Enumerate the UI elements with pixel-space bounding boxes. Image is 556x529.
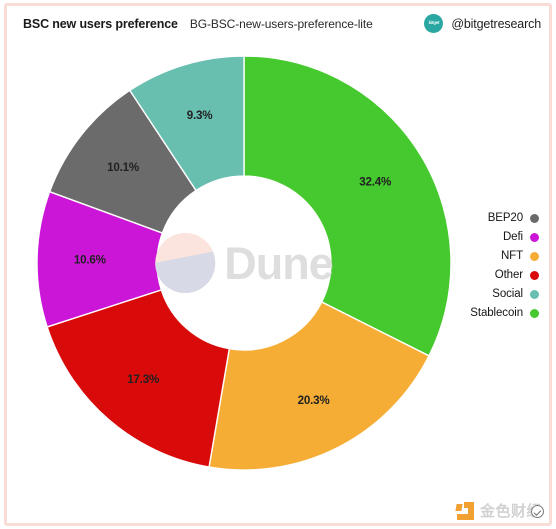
slice-label-bep20: 10.1% bbox=[107, 161, 139, 174]
donut-chart[interactable]: 32.4% 20.3% 17.3% 10.6% 10.1% 9.3% Dune bbox=[35, 54, 453, 472]
legend-swatch-icon bbox=[530, 289, 539, 299]
legend-item-label: Defi bbox=[502, 231, 523, 243]
legend-item-label: Social bbox=[492, 288, 523, 300]
avatar-label: bitget bbox=[428, 20, 440, 26]
legend-swatch-icon bbox=[530, 232, 539, 242]
chart-card: BSC new users preference BG-BSC-new-user… bbox=[4, 3, 552, 526]
legend-item-label: Other bbox=[494, 269, 523, 281]
legend-swatch-icon bbox=[530, 270, 539, 280]
legend-item-other[interactable]: Other bbox=[495, 268, 539, 282]
chart-subtitle: BG-BSC-new-users-preference-lite bbox=[189, 16, 373, 31]
account-handle: @bitgetresearch bbox=[451, 16, 541, 31]
legend-swatch-icon bbox=[530, 251, 539, 261]
jinse-logo-icon bbox=[455, 502, 475, 521]
slice-label-defi: 10.6% bbox=[74, 254, 106, 267]
slice-label-other: 17.3% bbox=[127, 373, 159, 386]
legend-swatch-icon bbox=[530, 213, 539, 223]
screenshot-root: BSC new users preference BG-BSC-new-user… bbox=[0, 0, 556, 529]
slice-label-stablecoin: 32.4% bbox=[359, 176, 391, 189]
bitget-avatar-icon: bitget bbox=[424, 14, 444, 33]
account-info[interactable]: bitget @bitgetresearch bbox=[424, 14, 541, 33]
legend-item-social[interactable]: Social bbox=[492, 287, 539, 301]
chart-legend: BEP20 Defi NFT Other Social Stablecoin bbox=[470, 211, 539, 320]
jinse-watermark: 金色财经 bbox=[455, 502, 544, 521]
legend-item-stablecoin[interactable]: Stablecoin bbox=[470, 306, 539, 320]
slice-label-social: 9.3% bbox=[187, 109, 213, 122]
legend-item-label: NFT bbox=[500, 250, 523, 262]
chart-header: BSC new users preference BG-BSC-new-user… bbox=[7, 6, 555, 41]
legend-swatch-icon bbox=[530, 308, 539, 318]
donut-svg: 32.4% 20.3% 17.3% 10.6% 10.1% 9.3% bbox=[36, 55, 452, 471]
legend-item-nft[interactable]: NFT bbox=[501, 249, 539, 263]
legend-item-bep20[interactable]: BEP20 bbox=[488, 211, 539, 225]
chart-body: 32.4% 20.3% 17.3% 10.6% 10.1% 9.3% Dune BEP20… bbox=[7, 41, 555, 529]
legend-item-label: Stablecoin bbox=[470, 307, 523, 319]
donut-slice-stablecoin[interactable] bbox=[243, 55, 452, 357]
legend-item-label: BEP20 bbox=[487, 212, 523, 224]
jinse-badge-icon bbox=[531, 505, 544, 518]
slice-label-nft: 20.3% bbox=[298, 394, 330, 407]
jinse-wordmark: 金色财经 bbox=[479, 502, 544, 520]
chart-title: BSC new users preference bbox=[23, 16, 178, 31]
legend-item-defi[interactable]: Defi bbox=[503, 230, 539, 244]
